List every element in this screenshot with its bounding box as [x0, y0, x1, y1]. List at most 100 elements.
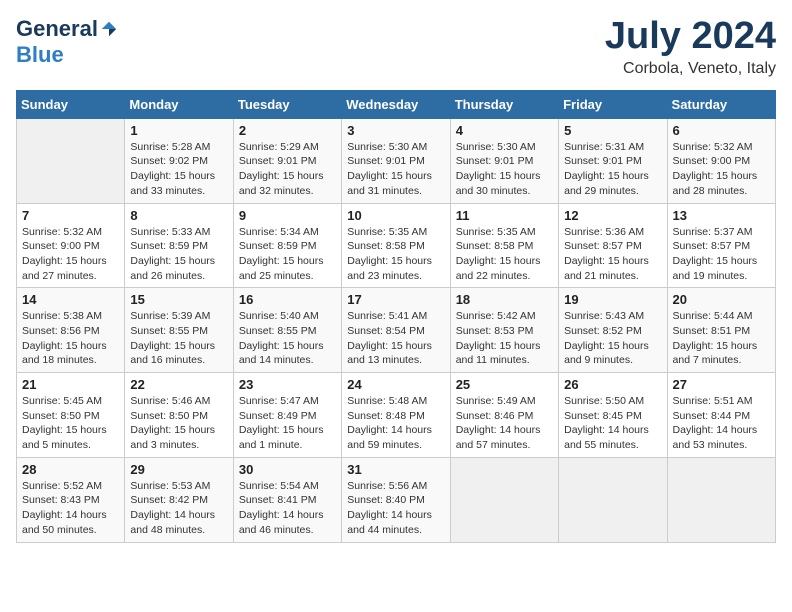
day-info: Sunrise: 5:30 AMSunset: 9:01 PMDaylight:… [347, 140, 444, 199]
calendar-header-saturday: Saturday [667, 90, 775, 118]
calendar-week-1: 1 Sunrise: 5:28 AMSunset: 9:02 PMDaylight… [17, 118, 776, 203]
calendar-cell: 13Sunrise: 5:37 AMSunset: 8:57 PMDayligh… [667, 203, 775, 288]
calendar-cell: 25 Sunrise: 5:49 AMSunset: 8:46 PMDayligh… [450, 373, 558, 458]
calendar-cell: 16Sunrise: 5:40 AMSunset: 8:55 PMDayligh… [233, 288, 341, 373]
day-info: Sunrise: 5:31 AMSunset: 9:01 PMDaylight:… [564, 140, 661, 199]
calendar-cell [17, 118, 125, 203]
calendar-cell: 3 Sunrise: 5:30 AMSunset: 9:01 PMDaylight… [342, 118, 450, 203]
day-info: Sunrise: 5:47 AMSunset: 8:49 PMDaylight:… [239, 394, 336, 453]
day-number: 22 [130, 377, 227, 392]
day-number: 26 [564, 377, 661, 392]
calendar-cell: 23 Sunrise: 5:47 AMSunset: 8:49 PMDayligh… [233, 373, 341, 458]
calendar-cell: 17 Sunrise: 5:41 AMSunset: 8:54 PMDayligh… [342, 288, 450, 373]
day-number: 10 [347, 208, 444, 223]
location: Corbola, Veneto, Italy [605, 60, 776, 78]
day-number: 23 [239, 377, 336, 392]
calendar-cell: 18Sunrise: 5:42 AMSunset: 8:53 PMDayligh… [450, 288, 558, 373]
day-info: Sunrise: 5:46 AMSunset: 8:50 PMDaylight:… [130, 394, 227, 453]
day-info: Sunrise: 5:35 AMSunset: 8:58 PMDaylight:… [456, 225, 553, 284]
calendar-header-row: SundayMondayTuesdayWednesdayThursdayFrid… [17, 90, 776, 118]
day-number: 8 [130, 208, 227, 223]
day-info: Sunrise: 5:45 AMSunset: 8:50 PMDaylight:… [22, 394, 119, 453]
title-block: July 2024 Corbola, Veneto, Italy [605, 16, 776, 78]
calendar-cell: 4 Sunrise: 5:30 AMSunset: 9:01 PMDaylight… [450, 118, 558, 203]
calendar-cell: 10 Sunrise: 5:35 AMSunset: 8:58 PMDayligh… [342, 203, 450, 288]
calendar-cell: 20 Sunrise: 5:44 AMSunset: 8:51 PMDayligh… [667, 288, 775, 373]
day-number: 29 [130, 462, 227, 477]
day-number: 30 [239, 462, 336, 477]
calendar-cell [667, 457, 775, 542]
calendar-week-5: 28Sunrise: 5:52 AMSunset: 8:43 PMDayligh… [17, 457, 776, 542]
day-info: Sunrise: 5:44 AMSunset: 8:51 PMDaylight:… [673, 309, 770, 368]
day-info: Sunrise: 5:33 AMSunset: 8:59 PMDaylight:… [130, 225, 227, 284]
day-info: Sunrise: 5:54 AMSunset: 8:41 PMDaylight:… [239, 479, 336, 538]
calendar-cell: 21 Sunrise: 5:45 AMSunset: 8:50 PMDayligh… [17, 373, 125, 458]
day-info: Sunrise: 5:28 AMSunset: 9:02 PMDaylight:… [130, 140, 227, 199]
calendar-cell: 12 Sunrise: 5:36 AMSunset: 8:57 PMDayligh… [559, 203, 667, 288]
day-number: 17 [347, 292, 444, 307]
calendar-cell: 15 Sunrise: 5:39 AMSunset: 8:55 PMDayligh… [125, 288, 233, 373]
day-number: 14 [22, 292, 119, 307]
day-number: 27 [673, 377, 770, 392]
logo[interactable]: General Blue [16, 16, 118, 68]
day-info: Sunrise: 5:56 AMSunset: 8:40 PMDaylight:… [347, 479, 444, 538]
calendar-cell: 6Sunrise: 5:32 AMSunset: 9:00 PMDaylight… [667, 118, 775, 203]
calendar-header-monday: Monday [125, 90, 233, 118]
day-number: 6 [673, 123, 770, 138]
day-info: Sunrise: 5:38 AMSunset: 8:56 PMDaylight:… [22, 309, 119, 368]
calendar-header-wednesday: Wednesday [342, 90, 450, 118]
logo-blue: Blue [16, 42, 64, 68]
calendar-header-sunday: Sunday [17, 90, 125, 118]
day-number: 16 [239, 292, 336, 307]
logo-icon [100, 20, 118, 38]
calendar-cell: 29 Sunrise: 5:53 AMSunset: 8:42 PMDayligh… [125, 457, 233, 542]
day-info: Sunrise: 5:36 AMSunset: 8:57 PMDaylight:… [564, 225, 661, 284]
day-info: Sunrise: 5:39 AMSunset: 8:55 PMDaylight:… [130, 309, 227, 368]
calendar-week-4: 21 Sunrise: 5:45 AMSunset: 8:50 PMDayligh… [17, 373, 776, 458]
calendar-cell: 2Sunrise: 5:29 AMSunset: 9:01 PMDaylight… [233, 118, 341, 203]
day-info: Sunrise: 5:34 AMSunset: 8:59 PMDaylight:… [239, 225, 336, 284]
day-number: 21 [22, 377, 119, 392]
calendar-header-thursday: Thursday [450, 90, 558, 118]
day-info: Sunrise: 5:41 AMSunset: 8:54 PMDaylight:… [347, 309, 444, 368]
calendar-cell [559, 457, 667, 542]
day-info: Sunrise: 5:51 AMSunset: 8:44 PMDaylight:… [673, 394, 770, 453]
calendar-cell: 24Sunrise: 5:48 AMSunset: 8:48 PMDayligh… [342, 373, 450, 458]
calendar-cell: 14 Sunrise: 5:38 AMSunset: 8:56 PMDayligh… [17, 288, 125, 373]
calendar-cell: 26 Sunrise: 5:50 AMSunset: 8:45 PMDayligh… [559, 373, 667, 458]
month-title: July 2024 [605, 16, 776, 58]
day-info: Sunrise: 5:50 AMSunset: 8:45 PMDaylight:… [564, 394, 661, 453]
calendar-header-friday: Friday [559, 90, 667, 118]
day-info: Sunrise: 5:30 AMSunset: 9:01 PMDaylight:… [456, 140, 553, 199]
day-number: 3 [347, 123, 444, 138]
calendar-cell: 1 Sunrise: 5:28 AMSunset: 9:02 PMDaylight… [125, 118, 233, 203]
day-number: 11 [456, 208, 553, 223]
day-number: 15 [130, 292, 227, 307]
calendar-header-tuesday: Tuesday [233, 90, 341, 118]
day-info: Sunrise: 5:53 AMSunset: 8:42 PMDaylight:… [130, 479, 227, 538]
calendar-cell: 8 Sunrise: 5:33 AMSunset: 8:59 PMDaylight… [125, 203, 233, 288]
calendar-week-2: 7Sunrise: 5:32 AMSunset: 9:00 PMDaylight… [17, 203, 776, 288]
day-info: Sunrise: 5:35 AMSunset: 8:58 PMDaylight:… [347, 225, 444, 284]
day-info: Sunrise: 5:29 AMSunset: 9:01 PMDaylight:… [239, 140, 336, 199]
day-number: 31 [347, 462, 444, 477]
calendar-table: SundayMondayTuesdayWednesdayThursdayFrid… [16, 90, 776, 543]
logo-general: General [16, 16, 98, 42]
day-info: Sunrise: 5:49 AMSunset: 8:46 PMDaylight:… [456, 394, 553, 453]
day-info: Sunrise: 5:42 AMSunset: 8:53 PMDaylight:… [456, 309, 553, 368]
calendar-cell: 28Sunrise: 5:52 AMSunset: 8:43 PMDayligh… [17, 457, 125, 542]
calendar-cell: 7Sunrise: 5:32 AMSunset: 9:00 PMDaylight… [17, 203, 125, 288]
day-number: 19 [564, 292, 661, 307]
day-info: Sunrise: 5:48 AMSunset: 8:48 PMDaylight:… [347, 394, 444, 453]
page-header: General Blue July 2024 Corbola, Veneto, … [16, 16, 776, 78]
day-number: 25 [456, 377, 553, 392]
day-number: 7 [22, 208, 119, 223]
calendar-cell: 19Sunrise: 5:43 AMSunset: 8:52 PMDayligh… [559, 288, 667, 373]
calendar-cell: 27 Sunrise: 5:51 AMSunset: 8:44 PMDayligh… [667, 373, 775, 458]
calendar-cell: 31 Sunrise: 5:56 AMSunset: 8:40 PMDayligh… [342, 457, 450, 542]
day-info: Sunrise: 5:37 AMSunset: 8:57 PMDaylight:… [673, 225, 770, 284]
day-number: 12 [564, 208, 661, 223]
day-number: 20 [673, 292, 770, 307]
day-number: 4 [456, 123, 553, 138]
day-number: 1 [130, 123, 227, 138]
